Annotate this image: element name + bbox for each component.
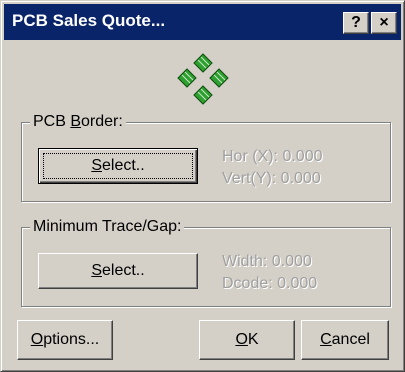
cancel-button[interactable]: Cancel xyxy=(301,320,389,360)
title-bar[interactable]: PCB Sales Quote... ? × xyxy=(4,4,401,40)
window-title: PCB Sales Quote... xyxy=(12,11,166,30)
close-button[interactable]: × xyxy=(371,12,397,34)
help-icon: ? xyxy=(351,14,361,31)
trace-gap-label: Minimum Trace/Gap: xyxy=(30,217,185,237)
options-button[interactable]: Options... xyxy=(17,320,113,360)
pcb-border-group: PCB Border: Select.. Hor (X): 0.000 Vert… xyxy=(21,112,391,202)
trace-gap-select-label: Select.. xyxy=(91,262,145,279)
dcode-readout: Dcode: 0.000 xyxy=(222,275,318,292)
cancel-label: Cancel xyxy=(320,331,370,348)
ok-label: OK xyxy=(235,331,259,348)
hor-x-readout: Hor (X): 0.000 xyxy=(222,148,323,165)
help-button[interactable]: ? xyxy=(343,12,369,34)
vert-y-readout: Vert(Y): 0.000 xyxy=(222,170,321,187)
chip-top xyxy=(193,53,213,73)
trace-gap-group: Minimum Trace/Gap: Select.. Width: 0.000… xyxy=(21,217,391,307)
pcb-border-label: PCB Border: xyxy=(30,112,126,132)
chip-left xyxy=(177,68,197,88)
options-label: Options... xyxy=(30,331,100,348)
chip-right xyxy=(209,68,229,88)
pcb-chips-icon xyxy=(177,53,229,105)
pcb-border-select-label: Select.. xyxy=(91,157,145,174)
close-icon: × xyxy=(379,14,389,31)
dialog-window: PCB Sales Quote... ? × PCB Border: Selec… xyxy=(0,0,405,372)
trace-gap-select-button[interactable]: Select.. xyxy=(38,253,198,289)
pcb-border-select-button[interactable]: Select.. xyxy=(38,148,198,184)
width-readout: Width: 0.000 xyxy=(222,253,312,270)
ok-button[interactable]: OK xyxy=(199,320,295,360)
chip-bottom xyxy=(193,85,213,105)
